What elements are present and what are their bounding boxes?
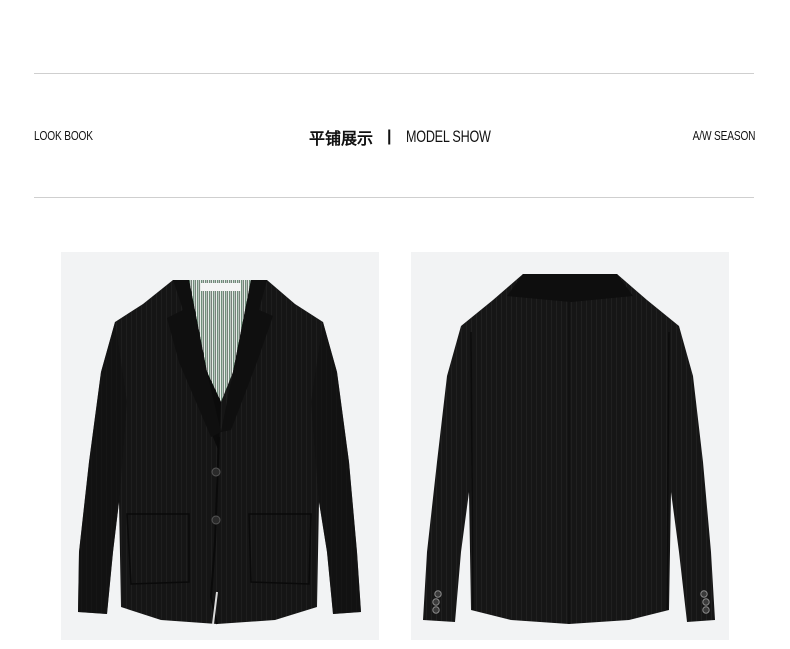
top-divider	[34, 73, 754, 74]
blazer-back-image	[411, 252, 729, 640]
season-label: A/W SEASON	[692, 128, 755, 143]
blazer-front-image	[61, 252, 379, 640]
section-title-en: MODEL SHOW	[405, 127, 491, 146]
blazer-front-illustration	[78, 280, 361, 625]
section-title: 平铺展示 | MODEL SHOW	[309, 125, 520, 149]
look-book-label: LOOK BOOK	[34, 128, 93, 143]
blazer-back-illustration	[423, 274, 715, 624]
title-separator: |	[387, 128, 392, 145]
bottom-divider	[34, 197, 754, 198]
section-title-cn: 平铺展示	[309, 129, 374, 148]
